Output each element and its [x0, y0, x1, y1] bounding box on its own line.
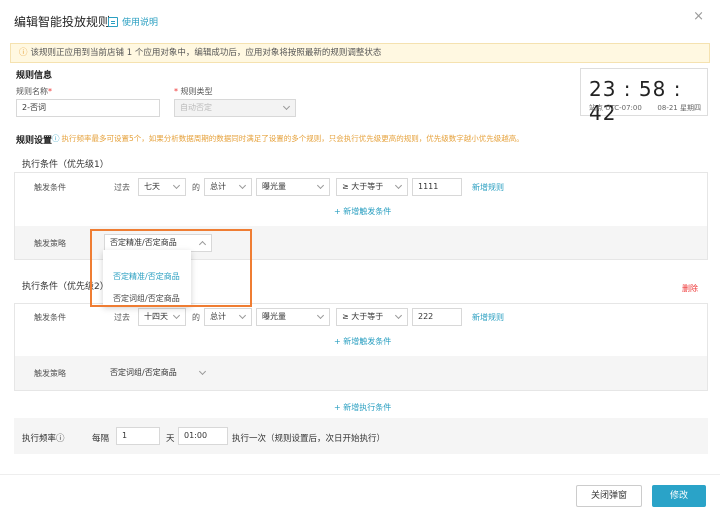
condition1-period-select[interactable]: 七天: [138, 178, 186, 196]
frequency-label: 执行频率ⓘ: [22, 434, 65, 444]
chevron-down-icon: [394, 181, 403, 190]
site-clock: 23 : 58 : 42 站点 UTC-07:00 08-21 星期四: [580, 68, 708, 125]
chevron-down-icon: [238, 181, 247, 190]
rule-name-label: 规则名称*: [16, 87, 52, 96]
condition1-strategy-label: 触发策略: [34, 239, 66, 248]
rule-info-title: 规则信息: [16, 71, 53, 81]
condition1-of-label: 的: [192, 183, 200, 192]
frequency-every-label: 每隔: [92, 434, 110, 444]
chevron-down-icon: [282, 102, 291, 111]
warning-icon: ⓘ: [19, 48, 28, 58]
close-dialog-button[interactable]: 关闭弹窗: [576, 485, 642, 507]
condition1-metric-select[interactable]: 曝光量: [256, 178, 330, 196]
condition2-metric-select[interactable]: 曝光量: [256, 308, 330, 326]
condition1-past-label: 过去: [114, 183, 130, 192]
condition2-past-label: 过去: [114, 313, 130, 322]
condition1-value-input[interactable]: 1111: [412, 178, 462, 196]
condition1-trigger-label: 触发条件: [34, 183, 66, 192]
frequency-suffix: 执行一次（规则设置后，次日开始执行）: [232, 434, 386, 444]
condition1-operator-select[interactable]: ≥ 大于等于: [336, 178, 408, 196]
chevron-down-icon: [198, 367, 207, 376]
rule-type-label: * 规则类型: [174, 87, 213, 96]
condition2-agg-select[interactable]: 总计: [204, 308, 252, 326]
clock-date: 08-21 星期四: [657, 104, 701, 112]
condition2-period-select[interactable]: 十四天: [138, 308, 186, 326]
rule-settings-hint: ⓘ 执行频率最多可设置5个，如果分析数据周期的数据同时满足了设置的多个规则，只会执…: [52, 134, 524, 143]
rule-type-select: 自动否定: [174, 99, 296, 117]
frequency-days-unit: 天: [166, 434, 175, 444]
chevron-down-icon: [172, 311, 181, 320]
condition1-add-rule-link[interactable]: 新增规则: [472, 182, 504, 193]
question-icon: ⓘ: [52, 134, 60, 143]
modal-title: 编辑智能投放规则: [14, 15, 111, 29]
footer-divider: [0, 474, 720, 475]
close-icon[interactable]: ×: [693, 10, 704, 23]
condition2-trigger-label: 触发条件: [34, 313, 66, 322]
notice-text: 该规则正应用到当前店铺 1 个应用对象中，编辑成功后，应用对象将按照最新的规则调…: [30, 48, 382, 58]
help-label: 使用说明: [122, 18, 159, 28]
condition2-value-input[interactable]: 222: [412, 308, 462, 326]
edit-rule-modal: 编辑智能投放规则 使用说明 × ⓘ 该规则正应用到当前店铺 1 个应用对象中，编辑…: [0, 0, 720, 519]
chevron-down-icon: [316, 311, 325, 320]
condition1-title: 执行条件（优先级1）: [22, 160, 109, 170]
condition2-add-trigger-link[interactable]: + 新增触发条件: [334, 336, 391, 347]
condition1-agg-select[interactable]: 总计: [204, 178, 252, 196]
frequency-days-input[interactable]: 1: [116, 427, 160, 445]
notice-bar: ⓘ 该规则正应用到当前店铺 1 个应用对象中，编辑成功后，应用对象将按照最新的规则…: [10, 43, 710, 63]
chevron-down-icon: [394, 311, 403, 320]
rule-name-input[interactable]: 2-否词: [16, 99, 160, 117]
help-link[interactable]: 使用说明: [108, 15, 158, 28]
condition2-delete-link[interactable]: 删除: [682, 283, 698, 294]
save-button[interactable]: 修改: [652, 485, 706, 507]
condition2-of-label: 的: [192, 313, 200, 322]
highlight-box: [90, 229, 252, 307]
frequency-time-input[interactable]: 01:00: [178, 427, 228, 445]
chevron-down-icon: [238, 311, 247, 320]
clock-timezone: 站点 UTC-07:00: [589, 104, 642, 112]
chevron-down-icon: [172, 181, 181, 190]
rule-settings-title: 规则设置: [16, 136, 53, 146]
question-icon: ⓘ: [56, 434, 65, 444]
condition1-add-trigger-link[interactable]: + 新增触发条件: [334, 206, 391, 217]
condition2-add-rule-link[interactable]: 新增规则: [472, 312, 504, 323]
condition2-strategy-select[interactable]: 否定词组/否定商品: [104, 364, 212, 382]
book-icon: [108, 16, 118, 27]
clock-time: 23 : 58 : 42: [589, 77, 682, 125]
condition2-strategy-label: 触发策略: [34, 369, 66, 378]
condition2-operator-select[interactable]: ≥ 大于等于: [336, 308, 408, 326]
chevron-down-icon: [316, 181, 325, 190]
add-condition-link[interactable]: + 新增执行条件: [334, 402, 391, 413]
